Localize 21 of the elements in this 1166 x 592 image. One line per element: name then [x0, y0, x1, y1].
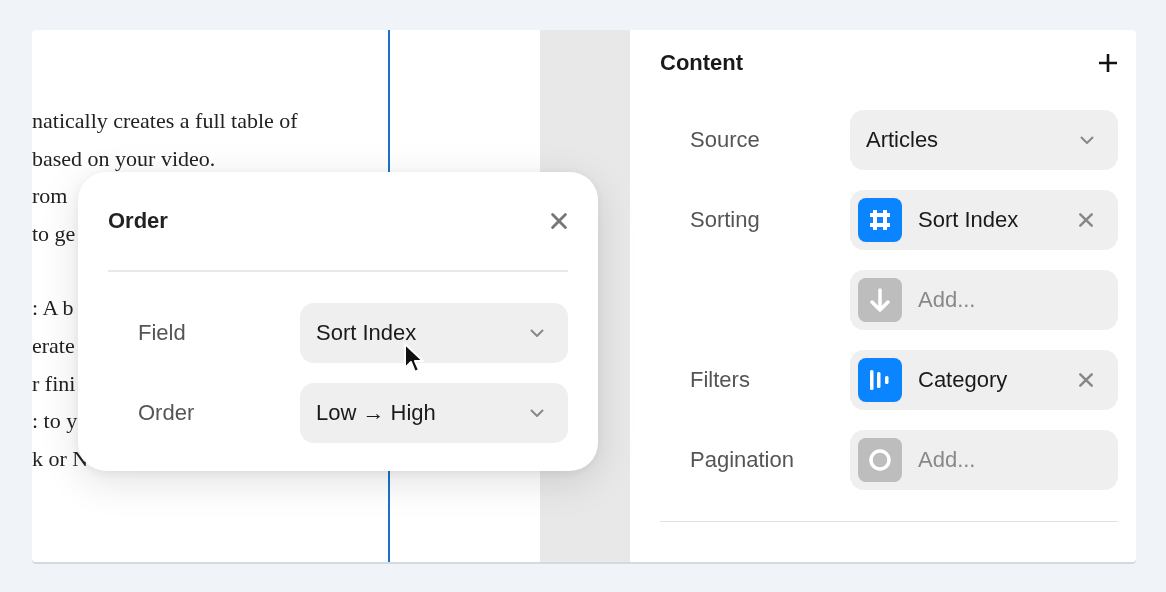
article-text-line: natically creates a full table of [32, 107, 298, 135]
article-text-line: : A b [32, 294, 74, 323]
field-label: Filters [689, 366, 750, 394]
field-label: Pagination [689, 446, 794, 474]
article-text-line: erate [32, 331, 75, 360]
field-label: Sorting [689, 206, 760, 234]
section-title: Content [660, 50, 744, 76]
article-text-line: rom [32, 182, 68, 211]
popup-title: Order [108, 208, 168, 234]
article-text-line: r fini [32, 369, 76, 398]
field-label: Field [137, 319, 186, 347]
dropdown[interactable]: Low → High [300, 383, 568, 443]
article-text-line: : to y [32, 407, 78, 436]
field-label: Source [689, 126, 760, 154]
article-text-line: based on your video. [32, 144, 216, 173]
source-select[interactable]: Articles [850, 110, 1118, 170]
article-text-line: to ge [32, 219, 76, 248]
dropdown[interactable]: Sort Index [300, 303, 568, 363]
field-chip[interactable]: Sort Index [850, 190, 1118, 250]
field-chip[interactable]: Category [850, 350, 1118, 410]
field-label: Order [137, 399, 195, 427]
